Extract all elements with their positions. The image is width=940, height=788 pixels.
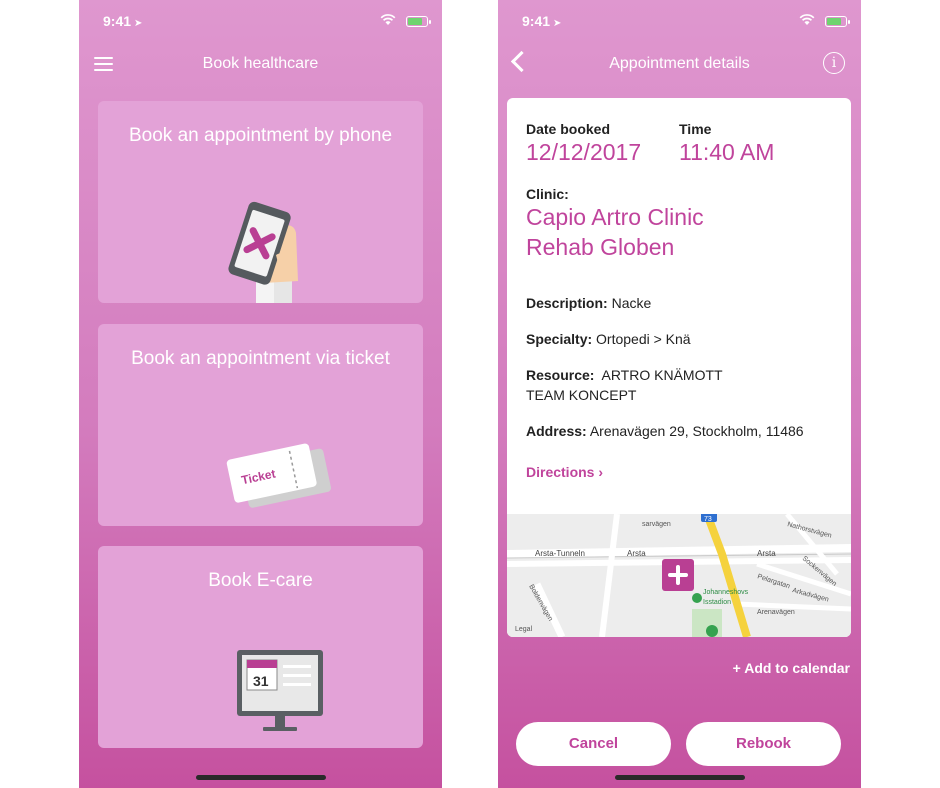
map-label: Arenavägen: [757, 609, 795, 616]
date-value: 12/12/2017: [526, 139, 642, 165]
resource-value-line1: ARTRO KNÄMOTT: [601, 367, 723, 383]
map-label: sarvägen: [642, 521, 671, 528]
address-row: Address: Arenavägen 29, Stockholm, 11486: [526, 423, 804, 439]
wifi-icon: [799, 14, 815, 25]
resource-value-line2: TEAM KONCEPT: [526, 387, 637, 403]
phone-in-hand-icon: [228, 201, 298, 303]
cancel-button[interactable]: Cancel: [516, 722, 671, 766]
ticket-icon: Ticket: [226, 443, 331, 508]
navbar: Appointment details i: [498, 48, 861, 80]
appointment-card: Date booked 12/12/2017 Time 11:40 AM Cli…: [507, 98, 851, 637]
location-arrow-icon: ➤: [134, 18, 143, 29]
description-value: Nacke: [611, 295, 652, 311]
book-by-phone-card[interactable]: Book an appointment by phone: [98, 101, 423, 303]
card-title: Book an appointment via ticket: [131, 348, 390, 369]
specialty-value: Ortopedi > Knä: [596, 331, 691, 347]
specialty-label: Specialty:: [526, 331, 593, 347]
resource-row: Resource: ARTRO KNÄMOTT: [526, 367, 723, 383]
battery-icon: [406, 16, 431, 27]
nav-title: Book healthcare: [202, 55, 319, 72]
clinic-name-line2: Rehab Globen: [526, 234, 675, 260]
map-legal-label[interactable]: Legal: [515, 626, 533, 633]
computer-calendar-icon: 31: [237, 650, 323, 731]
card-title: Book E-care: [208, 570, 313, 591]
location-map[interactable]: 73 Arsta-Tunneln Arsta Arsta sarvägen Bo…: [507, 514, 851, 637]
address-value: Arenavägen 29, Stockholm, 11486: [589, 423, 804, 439]
book-ecare-card[interactable]: Book E-care 31: [98, 546, 423, 748]
address-label: Address:: [526, 423, 587, 439]
description-label: Description:: [526, 295, 608, 311]
home-indicator: [614, 775, 745, 780]
calendar-day: 31: [253, 673, 269, 689]
specialty-row: Specialty: Ortopedi > Knä: [526, 331, 691, 347]
resource-label: Resource:: [526, 367, 595, 383]
info-icon[interactable]: i: [823, 52, 845, 74]
clinic-name-line1: Capio Artro Clinic: [526, 204, 704, 230]
navbar: Book healthcare: [79, 48, 442, 80]
status-time: 9:41 ➤: [103, 13, 143, 29]
rebook-button[interactable]: Rebook: [686, 722, 841, 766]
map-label: Isstadion: [703, 599, 731, 606]
book-healthcare-screen: 9:41 ➤ Book healthcare Book an appointmen…: [79, 0, 442, 788]
book-via-ticket-card[interactable]: Book an appointment via ticket Ticket: [98, 324, 423, 526]
map-label: Arsta: [757, 549, 776, 558]
directions-link[interactable]: Directions ›: [526, 464, 603, 480]
map-label: Arsta-Tunneln: [535, 549, 585, 558]
nav-title: Appointment details: [609, 55, 750, 72]
card-title: Book an appointment by phone: [128, 125, 393, 146]
location-arrow-icon: ➤: [553, 18, 562, 29]
battery-icon: [825, 16, 850, 27]
add-to-calendar-link[interactable]: + Add to calendar: [733, 660, 850, 676]
wifi-icon: [380, 14, 396, 25]
date-label: Date booked: [526, 121, 611, 137]
status-bar: 9:41 ➤: [498, 10, 861, 34]
status-time: 9:41 ➤: [522, 13, 562, 29]
status-bar: 9:41 ➤: [79, 10, 442, 34]
home-indicator: [195, 775, 326, 780]
clinic-label: Clinic:: [526, 186, 569, 202]
map-label: Arsta: [627, 549, 646, 558]
appointment-details-screen: 9:41 ➤ Appointment details i Date booked …: [498, 0, 861, 788]
map-label: Johanneshovs: [703, 589, 749, 596]
map-route-number: 73: [704, 516, 712, 523]
description-row: Description: Nacke: [526, 295, 651, 311]
time-value: 11:40 AM: [679, 139, 775, 165]
time-label: Time: [679, 121, 712, 137]
